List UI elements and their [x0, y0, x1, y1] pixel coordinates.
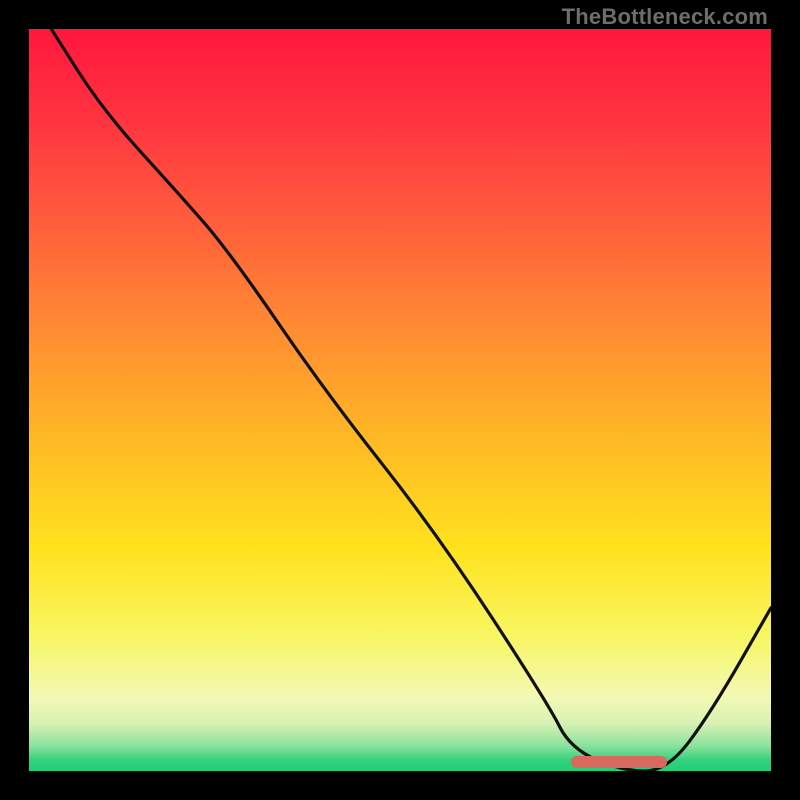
watermark-text: TheBottleneck.com [562, 4, 768, 30]
plot-area [29, 29, 771, 771]
bottleneck-curve [29, 29, 771, 771]
chart-frame: TheBottleneck.com [0, 0, 800, 800]
optimal-range-marker [571, 756, 667, 768]
